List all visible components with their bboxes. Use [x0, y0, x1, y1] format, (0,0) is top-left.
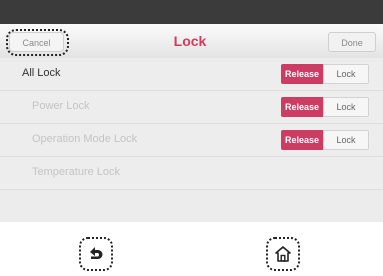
- all-lock-lock-button[interactable]: Lock: [323, 64, 369, 84]
- operation-mode-lock-release-button[interactable]: Release: [281, 130, 323, 150]
- home-button[interactable]: [266, 237, 300, 271]
- power-lock-lock-button[interactable]: Lock: [323, 97, 369, 117]
- back-arrow-icon: [90, 247, 103, 259]
- power-lock-label: Power Lock: [32, 100, 90, 112]
- operation-mode-lock-label: Operation Mode Lock: [32, 133, 138, 145]
- all-lock-release-button[interactable]: Release: [281, 64, 323, 84]
- done-button[interactable]: Done: [328, 32, 376, 52]
- all-lock-label: All Lock: [22, 67, 61, 79]
- temperature-lock-label: Temperature Lock: [32, 166, 121, 178]
- row-power-lock: Power Lock Release Lock: [0, 91, 383, 124]
- page-title: Lock: [173, 33, 207, 49]
- status-bar: [0, 0, 383, 24]
- home-icon: [275, 246, 291, 262]
- back-button[interactable]: [79, 237, 113, 271]
- row-all-lock: All Lock Release Lock: [0, 58, 383, 91]
- power-lock-release-button[interactable]: Release: [281, 97, 323, 117]
- operation-mode-lock-lock-button[interactable]: Lock: [323, 130, 369, 150]
- cancel-button[interactable]: Cancel: [9, 32, 64, 52]
- row-operation-mode-lock: Operation Mode Lock Release Lock: [0, 124, 383, 157]
- row-temperature-lock: Temperature Lock: [0, 157, 383, 190]
